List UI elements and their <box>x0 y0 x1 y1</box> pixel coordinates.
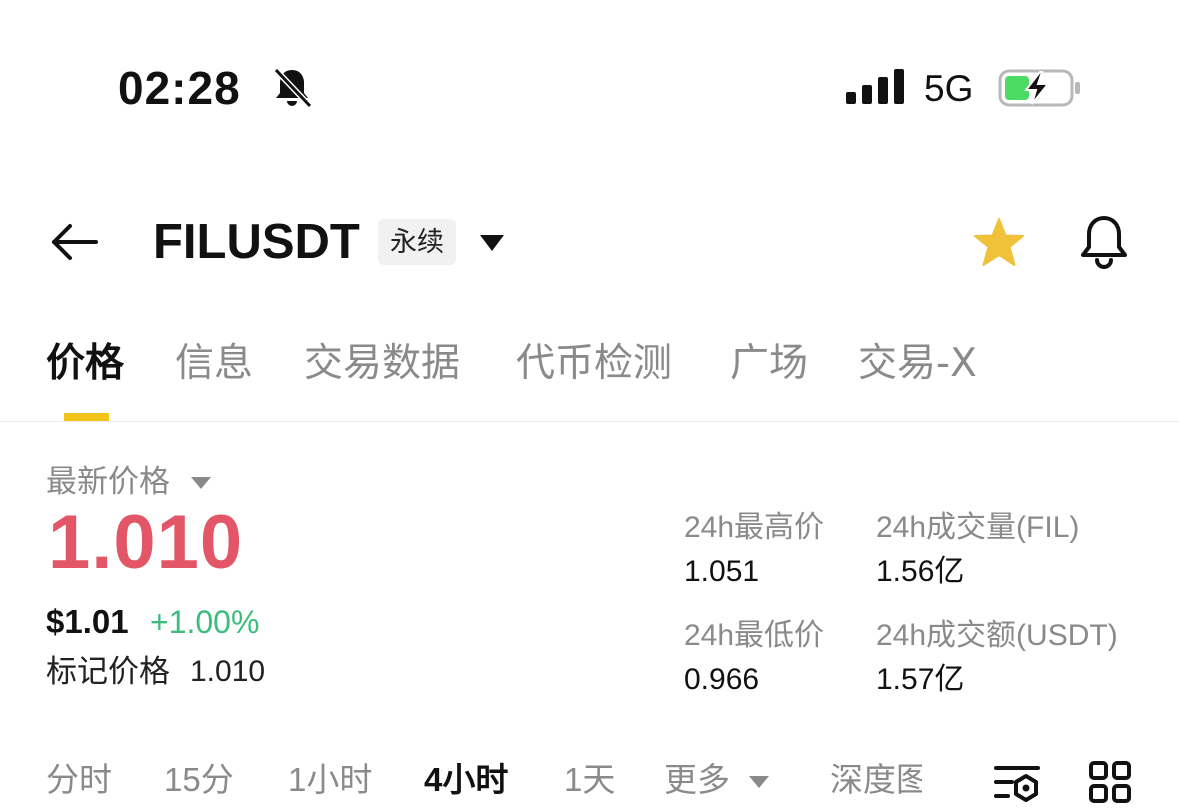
interval-4h[interactable]: 4小时 <box>424 758 508 802</box>
turnover-24h-value: 1.57亿 <box>876 663 965 696</box>
contract-type-badge: 永续 <box>378 219 456 265</box>
interval-time-share[interactable]: 分时 <box>46 758 112 802</box>
interval-1d[interactable]: 1天 <box>564 758 615 802</box>
turnover-24h-label: 24h成交额(USDT) <box>876 619 1118 652</box>
tab-token-check[interactable]: 代币检测 <box>516 340 672 388</box>
tab-square[interactable]: 广场 <box>730 340 808 388</box>
interval-more[interactable]: 更多 <box>664 758 730 802</box>
tab-trade-x[interactable]: 交易-X <box>858 340 977 388</box>
interval-1h[interactable]: 1小时 <box>288 758 372 802</box>
battery-charging-icon <box>998 69 1080 107</box>
tab-price[interactable]: 价格 <box>46 340 124 388</box>
interval-15m[interactable]: 15分 <box>164 758 234 802</box>
dropdown-caret-icon[interactable] <box>478 233 506 253</box>
price-type-caret-icon[interactable] <box>190 475 212 491</box>
bell-icon[interactable] <box>1078 214 1130 270</box>
bell-slash-icon <box>273 67 313 109</box>
layout-grid-icon[interactable] <box>1088 760 1132 804</box>
interval-depth[interactable]: 深度图 <box>830 758 922 802</box>
back-arrow-icon[interactable] <box>50 222 100 262</box>
status-time: 02:28 <box>118 62 241 114</box>
star-icon[interactable] <box>972 216 1026 270</box>
price-type-label[interactable]: 最新价格 <box>46 462 170 502</box>
usd-price: $1.01 <box>46 603 129 640</box>
volume-24h-value: 1.56亿 <box>876 555 965 588</box>
symbol-title[interactable]: FILUSDT <box>153 214 360 270</box>
mark-price-value: 1.010 <box>190 655 266 688</box>
tab-info[interactable]: 信息 <box>175 340 253 388</box>
low-24h-value: 0.966 <box>684 663 760 696</box>
low-24h-label: 24h最低价 <box>684 619 825 652</box>
high-24h-value: 1.051 <box>684 555 760 588</box>
chart-settings-icon[interactable] <box>994 760 1040 806</box>
mark-price-label: 标记价格 <box>46 654 170 689</box>
high-24h-label: 24h最高价 <box>684 511 825 544</box>
last-price: 1.010 <box>48 500 244 585</box>
price-change: +1.00% <box>150 604 260 640</box>
active-tab-indicator <box>64 413 109 421</box>
network-type: 5G <box>924 68 974 109</box>
more-caret-icon[interactable] <box>748 774 770 790</box>
tab-trading-data[interactable]: 交易数据 <box>304 340 460 388</box>
tab-divider <box>0 421 1179 422</box>
signal-bars-icon <box>846 69 904 104</box>
volume-24h-label: 24h成交量(FIL) <box>876 511 1080 544</box>
